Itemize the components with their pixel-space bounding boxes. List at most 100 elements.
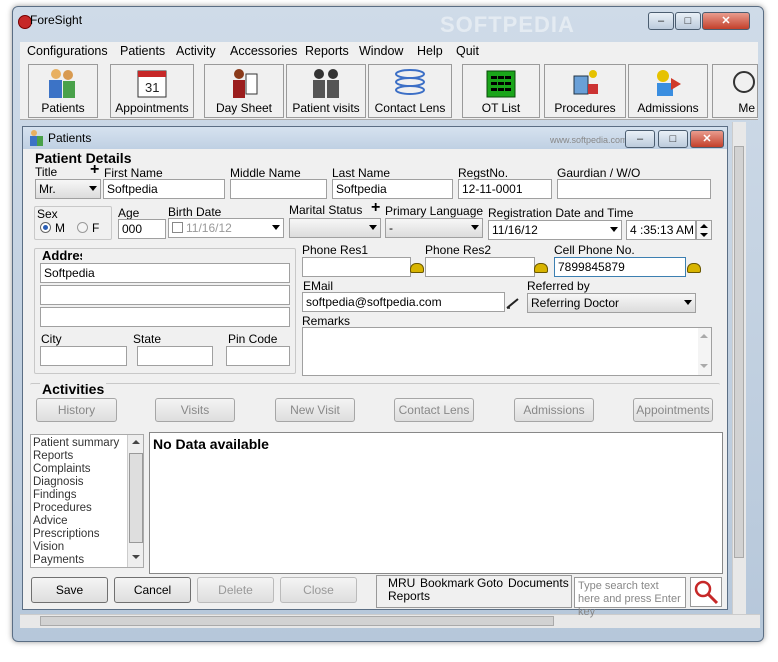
remarks-scrollbar[interactable] xyxy=(698,328,711,375)
admissions-icon xyxy=(657,70,681,96)
patient-minimize-button[interactable]: – xyxy=(625,130,655,148)
middle-name-label: Middle Name xyxy=(230,166,301,180)
mdi-hscroll-thumb[interactable] xyxy=(40,616,554,626)
menu-activity[interactable]: Activity xyxy=(176,44,216,58)
cell-phone-input[interactable]: 7899845879 xyxy=(554,257,686,277)
list-item[interactable]: Advice xyxy=(33,515,127,528)
state-input[interactable] xyxy=(137,346,213,366)
address-line3-input[interactable] xyxy=(40,307,290,327)
appointments-button[interactable]: Appointments xyxy=(633,398,713,422)
list-item[interactable]: Reports xyxy=(33,450,127,463)
bookmark-link[interactable]: Bookmark xyxy=(420,576,474,590)
list-item[interactable]: Vision xyxy=(33,541,127,554)
list-item[interactable]: Diagnosis xyxy=(33,476,127,489)
history-button[interactable]: History xyxy=(36,398,117,422)
goto-link[interactable]: Goto xyxy=(477,576,503,590)
menu-accessories[interactable]: Accessories xyxy=(230,44,297,58)
menu-configurations[interactable]: Configurations xyxy=(27,44,108,58)
regst-no-input[interactable]: 12-11-0001 xyxy=(458,179,552,199)
title-select[interactable]: Mr. xyxy=(35,179,101,199)
menu-patients[interactable]: Patients xyxy=(120,44,165,58)
toolbar-patients-button[interactable]: Patients xyxy=(28,64,98,118)
primary-language-select[interactable]: - xyxy=(385,218,483,238)
list-item[interactable]: Payments xyxy=(33,554,127,567)
middle-name-input[interactable] xyxy=(230,179,327,199)
phone-res1-icon[interactable] xyxy=(410,263,424,273)
save-button[interactable]: Save xyxy=(31,577,108,603)
toolbar-admissions-button[interactable]: Admissions xyxy=(628,64,708,118)
add-language-icon[interactable]: + xyxy=(371,199,380,217)
registration-time-input[interactable]: 4 :35:13 AM xyxy=(626,220,696,240)
phone-res2-icon[interactable] xyxy=(534,263,548,273)
list-item[interactable]: Complaints xyxy=(33,463,127,476)
toolbar-day-sheet-button[interactable]: Day Sheet xyxy=(204,64,284,118)
menu-reports[interactable]: Reports xyxy=(305,44,349,58)
delete-button[interactable]: Delete xyxy=(197,577,274,603)
activities-heading: Activities xyxy=(40,381,107,397)
email-label: EMail xyxy=(303,279,334,293)
add-first-name-icon[interactable]: + xyxy=(90,161,99,179)
last-name-input[interactable]: Softpedia xyxy=(332,179,453,199)
registration-time-spinner[interactable] xyxy=(696,220,712,240)
referred-by-select[interactable]: Referring Doctor xyxy=(527,293,696,313)
summary-scroll-thumb[interactable] xyxy=(129,453,143,543)
documents-link[interactable]: Documents xyxy=(508,576,569,590)
guardian-input[interactable] xyxy=(557,179,711,199)
address-line1-input[interactable]: Softpedia xyxy=(40,263,290,283)
cell-phone-icon[interactable] xyxy=(687,263,701,273)
patient-maximize-button[interactable]: □ xyxy=(658,130,688,148)
list-item[interactable]: Procedures xyxy=(33,502,127,515)
admissions-button[interactable]: Admissions xyxy=(514,398,594,422)
minimize-button[interactable]: – xyxy=(648,12,674,30)
address-line2-input[interactable] xyxy=(40,285,290,305)
toolbar-ot-list-button[interactable]: OT List xyxy=(462,64,540,118)
phone-res1-input[interactable] xyxy=(302,257,411,277)
new-visit-button[interactable]: New Visit xyxy=(275,398,355,422)
reports-link[interactable]: Reports xyxy=(388,589,430,603)
sex-female-radio[interactable] xyxy=(77,222,88,233)
registration-date-picker[interactable]: 11/16/12 xyxy=(488,220,622,240)
mdi-scroll-thumb[interactable] xyxy=(734,146,744,558)
list-item[interactable]: Patient summary xyxy=(33,437,127,450)
summary-list-scrollbar[interactable] xyxy=(127,435,143,567)
toolbar-appointments-button[interactable]: 31 Appointments xyxy=(110,64,194,118)
svg-text:31: 31 xyxy=(145,80,159,95)
birth-date-picker[interactable]: 11/16/12 xyxy=(168,218,284,238)
close-button[interactable]: ✕ xyxy=(702,12,750,30)
menu-window[interactable]: Window xyxy=(359,44,403,58)
mru-link[interactable]: MRU xyxy=(388,576,415,590)
search-icon[interactable] xyxy=(690,577,722,607)
toolbar-contact-lens-button[interactable]: Contact Lens xyxy=(368,64,452,118)
first-name-input[interactable]: Softpedia xyxy=(103,179,225,199)
close-form-button[interactable]: Close xyxy=(280,577,357,603)
list-item[interactable]: Findings xyxy=(33,489,127,502)
menu-help[interactable]: Help xyxy=(417,44,443,58)
toolbar-procedures-button[interactable]: Procedures xyxy=(544,64,626,118)
toolbar-more-button[interactable]: Me xyxy=(712,64,758,118)
remarks-textarea[interactable] xyxy=(302,327,712,376)
email-edit-icon[interactable] xyxy=(506,296,520,310)
list-item[interactable]: Prescriptions xyxy=(33,528,127,541)
sex-male-radio[interactable] xyxy=(40,222,51,233)
birth-date-checkbox[interactable] xyxy=(172,222,183,233)
age-label: Age xyxy=(118,206,140,220)
maximize-button[interactable]: □ xyxy=(675,12,701,30)
email-input[interactable]: softpedia@softpedia.com xyxy=(302,292,505,312)
title-label: Title xyxy=(35,165,58,179)
phone-res2-input[interactable] xyxy=(425,257,535,277)
age-input[interactable]: 000 xyxy=(118,219,166,239)
address-label: Address xyxy=(42,248,82,263)
pin-code-input[interactable] xyxy=(226,346,290,366)
regst-no-label: RegstNo. xyxy=(458,166,509,180)
city-input[interactable] xyxy=(40,346,127,366)
visits-button[interactable]: Visits xyxy=(155,398,235,422)
marital-status-select[interactable] xyxy=(289,218,381,238)
menu-quit[interactable]: Quit xyxy=(456,44,479,58)
search-input[interactable]: Type search text here and press Enter ke… xyxy=(574,577,686,618)
cell-phone-label: Cell Phone No. xyxy=(554,243,635,257)
toolbar-patient-visits-button[interactable]: Patient visits xyxy=(286,64,366,118)
patient-close-button[interactable]: ✕ xyxy=(690,130,724,148)
cancel-button[interactable]: Cancel xyxy=(114,577,191,603)
softpedia-url-watermark: www.softpedia.com xyxy=(550,135,628,145)
contact-lens-button[interactable]: Contact Lens xyxy=(394,398,474,422)
